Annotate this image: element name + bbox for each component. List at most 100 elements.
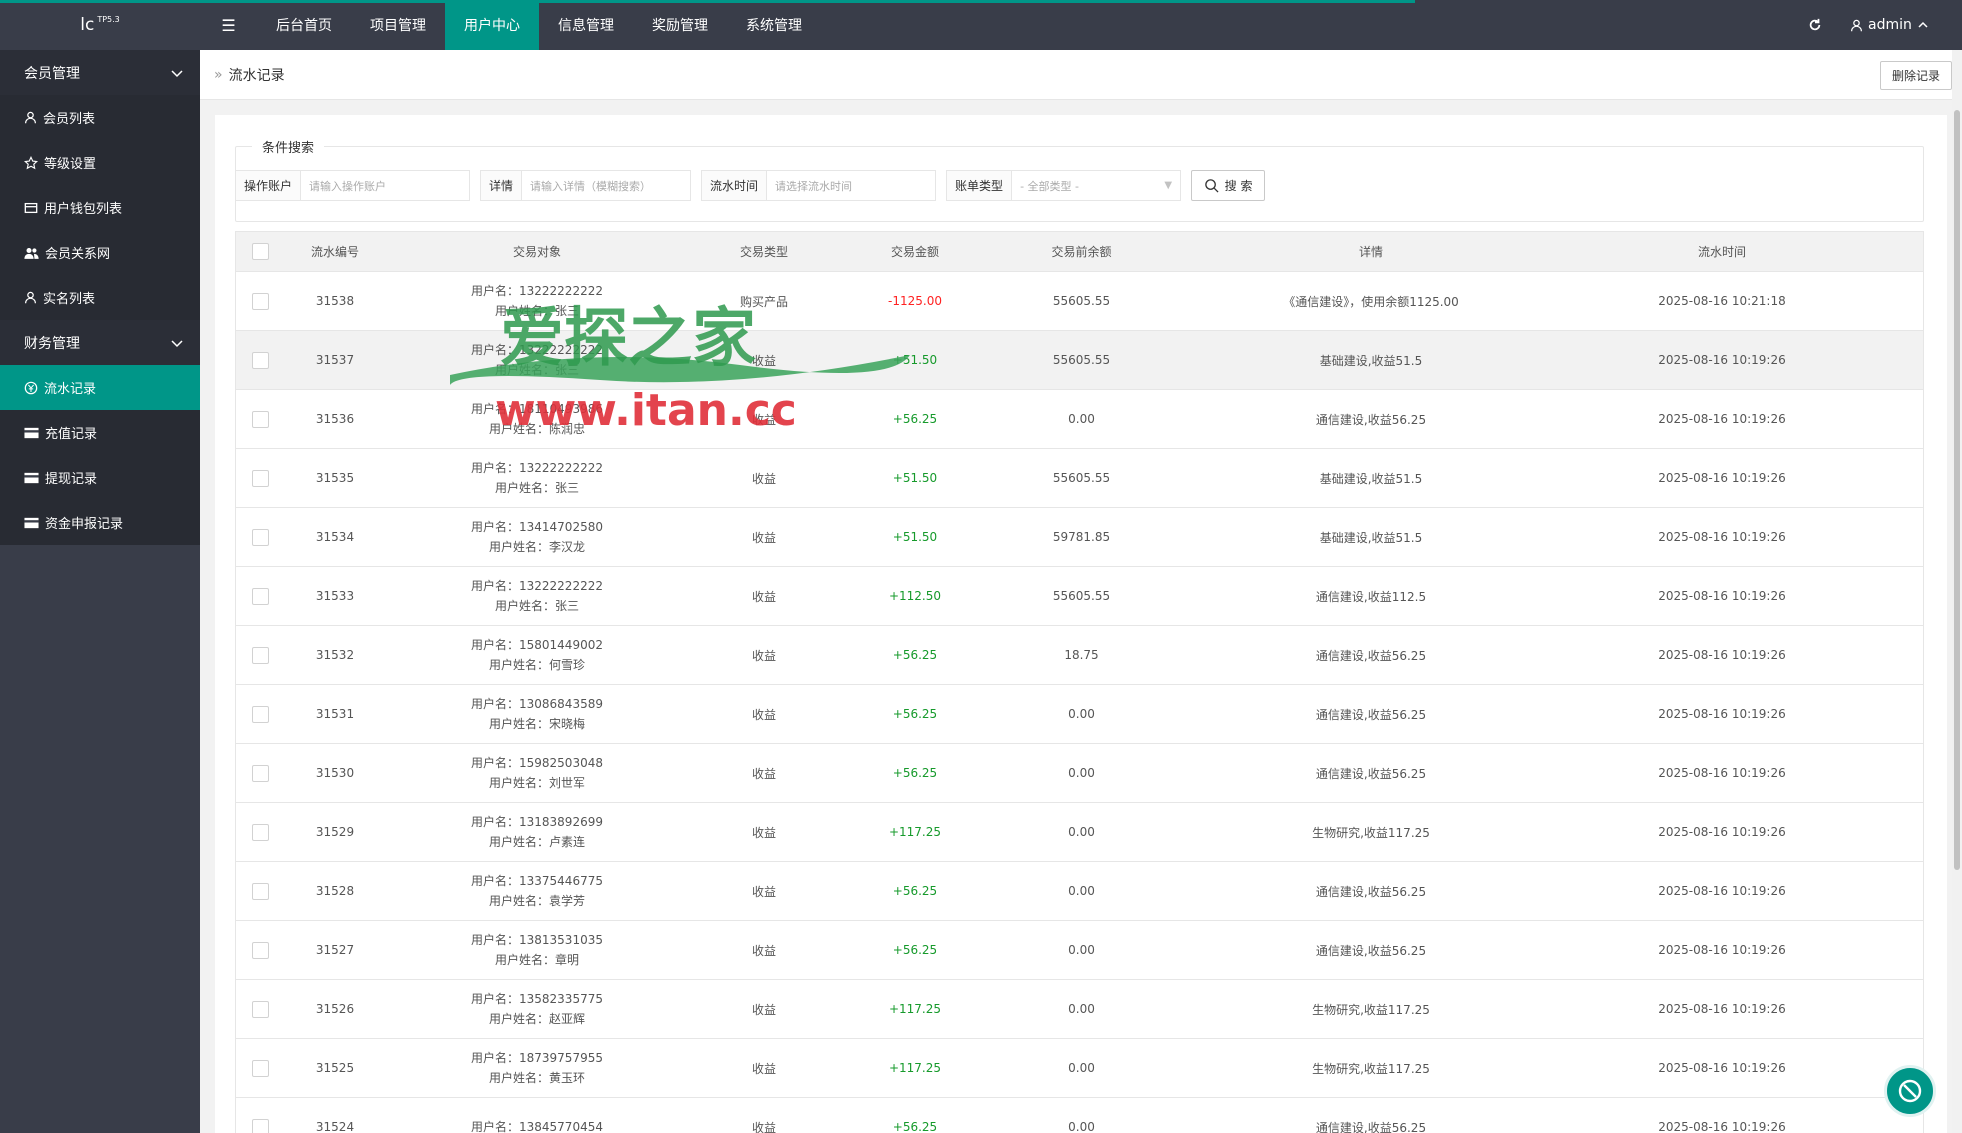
help-fab-button[interactable] xyxy=(1884,1065,1936,1117)
cell-id: 31537 xyxy=(315,353,355,367)
caret-down-icon: ▼ xyxy=(1164,180,1173,191)
row-checkbox[interactable] xyxy=(251,823,269,841)
sidebar-item[interactable]: 用户钱包列表 xyxy=(0,185,200,230)
sidebar-group-finance[interactable]: 财务管理 xyxy=(0,320,200,365)
row-checkbox[interactable] xyxy=(251,1059,269,1077)
table-row[interactable]: 31529 用户名：13183892699 用户姓名：卢素连 收益 +117.25 0.0… xyxy=(236,803,1923,862)
cell-type: 收益 xyxy=(751,943,776,958)
row-checkbox[interactable] xyxy=(251,587,269,605)
table-row[interactable]: 31530 用户名：15982503048 用户姓名：刘世军 收益 +56.25 0.00… xyxy=(236,744,1923,803)
row-checkbox[interactable] xyxy=(251,764,269,782)
time-input[interactable]: 请选择流水时间 xyxy=(767,171,935,200)
cell-id: 31530 xyxy=(315,766,355,780)
table-row[interactable]: 31532 用户名：15801449002 用户姓名：何雪珍 收益 +56.25 18.7… xyxy=(236,626,1923,685)
sidebar-item[interactable]: 实名列表 xyxy=(0,275,200,320)
cell-realname: 用户姓名：李汉龙 xyxy=(488,540,585,554)
table-row[interactable]: 31535 用户名：13222222222 用户姓名：张三 收益 +51.50 55605… xyxy=(236,449,1923,508)
scrollbar-thumb[interactable] xyxy=(1954,110,1960,870)
card-icon xyxy=(24,472,39,484)
row-checkbox[interactable] xyxy=(251,469,269,487)
logo[interactable]: lc TP5.3 xyxy=(0,0,200,50)
table-row[interactable]: 31534 用户名：13414702580 用户姓名：李汉龙 收益 +51.50 5978… xyxy=(236,508,1923,567)
cell-target: 用户名：13582335775 用户姓名：赵亚辉 xyxy=(386,989,688,1029)
page-scrollbar[interactable] xyxy=(1952,50,1962,1133)
time-label: 流水时间 xyxy=(702,171,768,200)
account-input[interactable]: 请输入操作账户 xyxy=(301,171,469,200)
search-icon xyxy=(1204,179,1219,193)
cell-balance-before: 0.00 xyxy=(1068,1002,1095,1016)
delete-records-button[interactable]: 删除记录 xyxy=(1879,61,1952,90)
sidebar-item[interactable]: 资金申报记录 xyxy=(0,500,200,545)
sidebar-item-label: 充值记录 xyxy=(45,427,98,442)
search-button[interactable]: 搜 索 xyxy=(1191,170,1266,201)
row-checkbox[interactable] xyxy=(251,646,269,664)
sidebar-group-member[interactable]: 会员管理 xyxy=(0,50,200,95)
cell-time: 2025-08-16 10:19:26 xyxy=(1658,943,1786,957)
menu-toggle-icon[interactable]: ☰ xyxy=(200,0,257,50)
cell-type: 收益 xyxy=(751,884,776,899)
cell-time: 2025-08-16 10:19:26 xyxy=(1658,530,1786,544)
cell-time: 2025-08-16 10:19:26 xyxy=(1658,589,1786,603)
row-checkbox[interactable] xyxy=(251,705,269,723)
row-checkbox[interactable] xyxy=(251,941,269,959)
table-row[interactable]: 31528 用户名：13375446775 用户姓名：袁学芳 收益 +56.25 0.00… xyxy=(236,862,1923,921)
sidebar-item[interactable]: 会员列表 xyxy=(0,95,200,140)
select-all-checkbox[interactable] xyxy=(251,243,269,260)
topnav-item[interactable]: 用户中心 xyxy=(445,0,539,50)
row-checkbox[interactable] xyxy=(251,528,269,546)
row-checkbox[interactable] xyxy=(251,351,269,369)
cell-detail: 通信建设,收益56.25 xyxy=(1315,766,1427,781)
refresh-icon[interactable] xyxy=(1790,0,1840,50)
table-row[interactable]: 31527 用户名：13813531035 用户姓名：章明 收益 +56.25 0.00 通… xyxy=(236,921,1923,980)
table-row[interactable]: 31533 用户名：13222222222 用户姓名：张三 收益 +112.50 5560… xyxy=(236,567,1923,626)
header-time: 流水时间 xyxy=(1697,245,1746,259)
topnav-item[interactable]: 系统管理 xyxy=(727,0,821,50)
cell-amount: +56.25 xyxy=(892,648,938,662)
header-detail: 详情 xyxy=(1358,245,1383,259)
sidebar: 会员管理 会员列表 等级设置用户钱包列表会员关系网 实名列表 财务管理 流水记录充值… xyxy=(0,50,200,1133)
table-row[interactable]: 31526 用户名：13582335775 用户姓名：赵亚辉 收益 +117.25 0.0… xyxy=(236,980,1923,1039)
topnav-item[interactable]: 信息管理 xyxy=(539,0,633,50)
search-button-label: 搜 索 xyxy=(1224,179,1253,193)
cell-id: 31531 xyxy=(315,707,355,721)
sidebar-item[interactable]: 充值记录 xyxy=(0,410,200,455)
sidebar-item[interactable]: 流水记录 xyxy=(0,365,200,410)
topnav-item[interactable]: 项目管理 xyxy=(351,0,445,50)
row-checkbox[interactable] xyxy=(251,292,269,310)
table-row[interactable]: 31524 用户名：13845770454 收益 +56.25 0.00 通信建设,收益5… xyxy=(236,1098,1923,1133)
topnav-item[interactable]: 奖励管理 xyxy=(633,0,727,50)
cell-time: 2025-08-16 10:21:18 xyxy=(1658,294,1786,308)
cell-detail: 通信建设,收益56.25 xyxy=(1315,707,1427,722)
row-checkbox[interactable] xyxy=(251,1118,269,1133)
row-checkbox[interactable] xyxy=(251,882,269,900)
cell-amount: +51.50 xyxy=(892,471,938,485)
type-select[interactable]: - 全部类型 - ▼ xyxy=(1012,171,1180,200)
table-row[interactable]: 31537 用户名：13222222222 用户姓名：张三 收益 +51.50 55605… xyxy=(236,331,1923,390)
table-row[interactable]: 31536 用户名：18110493986 用户姓名：陈润忠 收益 +56.25 0.00… xyxy=(236,390,1923,449)
cell-type: 收益 xyxy=(751,1120,776,1133)
table-row[interactable]: 31531 用户名：13086843589 用户姓名：宋晓梅 收益 +56.25 0.00… xyxy=(236,685,1923,744)
row-checkbox[interactable] xyxy=(251,410,269,428)
row-checkbox[interactable] xyxy=(251,1000,269,1018)
sidebar-item[interactable]: 等级设置 xyxy=(0,140,200,185)
user-icon xyxy=(24,111,37,124)
sidebar-item[interactable]: 会员关系网 xyxy=(0,230,200,275)
card-icon xyxy=(24,427,39,439)
sidebar-item-label: 用户钱包列表 xyxy=(44,202,123,217)
cell-type: 收益 xyxy=(751,1002,776,1017)
cell-realname: 用户姓名：章明 xyxy=(494,953,579,967)
user-menu[interactable]: admin xyxy=(1850,0,1962,50)
cell-balance-before: 0.00 xyxy=(1068,943,1095,957)
cell-username: 用户名：18110493986 xyxy=(471,402,603,416)
cell-amount: +56.25 xyxy=(892,1120,938,1133)
star-icon xyxy=(24,155,38,170)
detail-input[interactable]: 请输入详情（模糊搜索） xyxy=(522,171,690,200)
topnav-item[interactable]: 后台首页 xyxy=(257,0,351,50)
account-label: 操作账户 xyxy=(236,171,302,200)
cell-detail: 基础建设,收益51.5 xyxy=(1319,353,1423,368)
table-row[interactable]: 31525 用户名：18739757955 用户姓名：黄玉环 收益 +117.25 0.0… xyxy=(236,1039,1923,1098)
cell-username: 用户名：13222222222 xyxy=(471,343,603,357)
sidebar-item[interactable]: 提现记录 xyxy=(0,455,200,500)
table-row[interactable]: 31538 用户名：13222222222 用户姓名：张三 购买产品 -1125.00 5… xyxy=(236,272,1923,331)
cell-id: 31529 xyxy=(315,825,355,839)
